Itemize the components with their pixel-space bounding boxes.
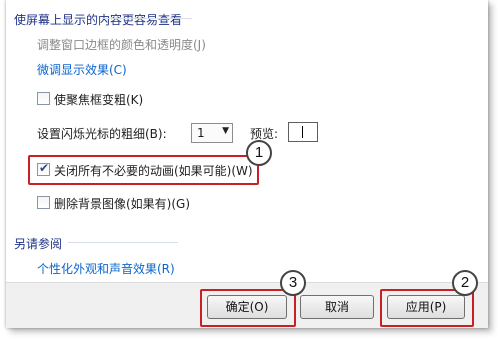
turn-off-animations-checkbox[interactable]: ✔ — [37, 161, 50, 176]
preview-label: 预览: — [250, 127, 279, 141]
cursor-thickness-value: 1 — [197, 126, 205, 140]
text-cursor-icon — [302, 126, 303, 138]
ease-of-access-dialog: 使屏幕上显示的内容更容易查看 调整窗口边框的颜色和透明度(J) 微调显示效果(C… — [6, 0, 488, 328]
remove-background-label: 删除背景图像(如果有)(G) — [54, 197, 191, 211]
callout-badge-3: 3 — [280, 270, 306, 296]
adjust-window-border-link: 调整窗口边框的颜色和透明度(J) — [37, 38, 206, 52]
apply-button[interactable]: 应用(P) — [387, 295, 465, 319]
button-bar: 确定(O) 取消 应用(P) — [6, 282, 488, 328]
see-also-divider — [68, 242, 178, 243]
personalize-link[interactable]: 个性化外观和声音效果(R) — [37, 260, 175, 277]
remove-background-checkbox[interactable] — [37, 196, 50, 209]
fine-tune-display-link[interactable]: 微调显示效果(C) — [37, 61, 127, 78]
section-divider — [102, 18, 192, 19]
cursor-preview — [288, 122, 318, 142]
cancel-button[interactable]: 取消 — [300, 295, 374, 319]
cursor-thickness-select[interactable]: 1 ▼ — [191, 123, 233, 143]
section-header: 使屏幕上显示的内容更容易查看 — [14, 13, 183, 27]
cursor-thickness-label: 设置闪烁光标的粗细(B): — [37, 127, 167, 141]
callout-badge-2: 2 — [452, 270, 478, 296]
chevron-down-icon: ▼ — [222, 126, 229, 136]
thicker-focus-checkbox[interactable] — [37, 92, 50, 105]
turn-off-animations-label: 关闭所有不必要的动画(如果可能)(W) — [54, 164, 253, 178]
checkmark-icon: ✔ — [39, 161, 50, 175]
ok-button[interactable]: 确定(O) — [207, 295, 287, 319]
callout-badge-1: 1 — [246, 140, 272, 166]
see-also-header: 另请参阅 — [14, 237, 63, 251]
thicker-focus-label: 使聚焦框变粗(K) — [54, 93, 144, 107]
